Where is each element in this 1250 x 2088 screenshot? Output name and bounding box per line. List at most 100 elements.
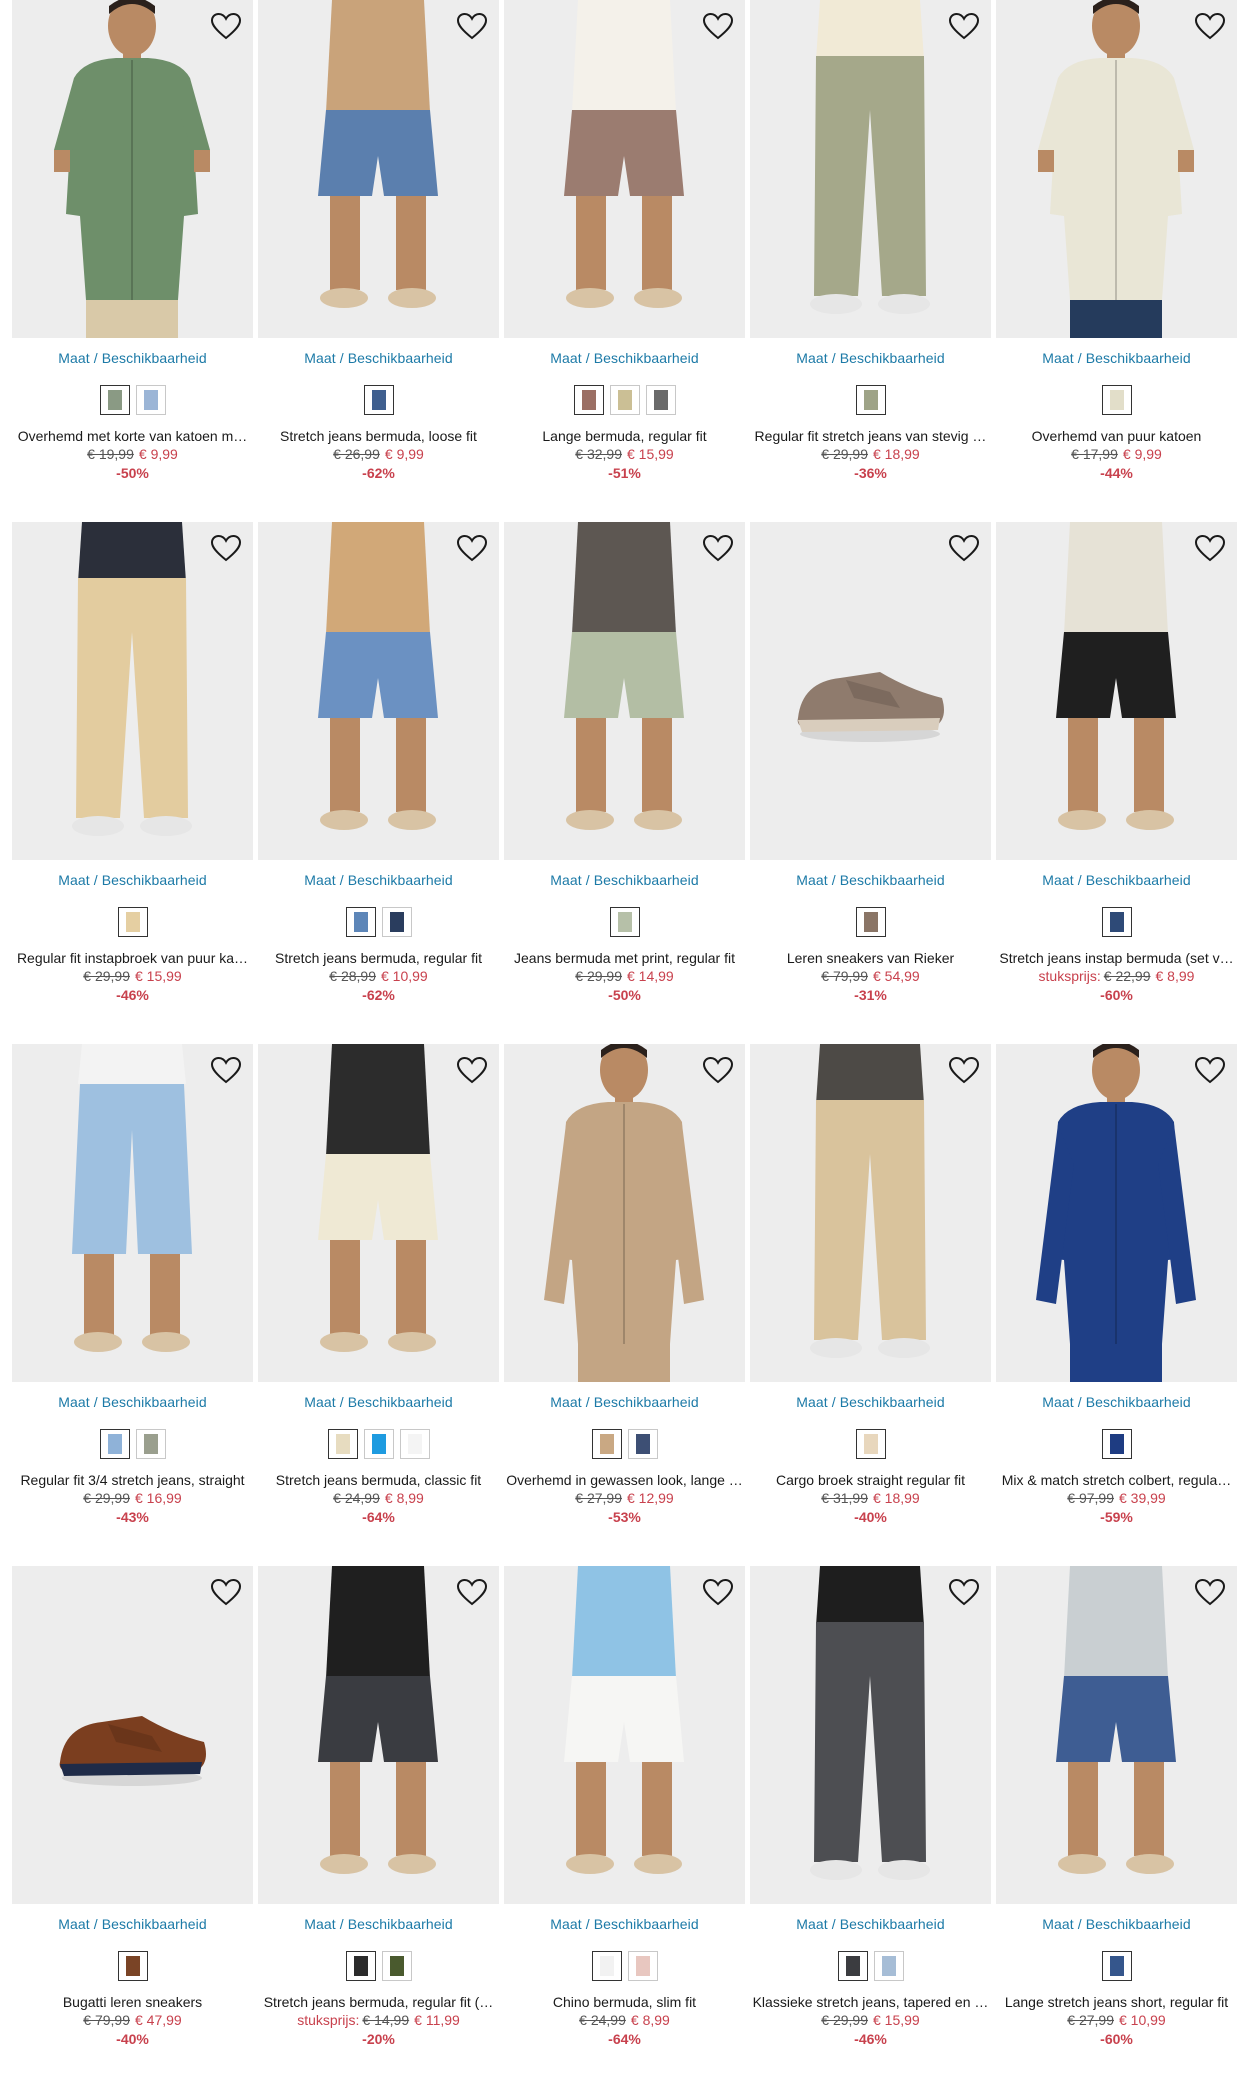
- product-name[interactable]: Stretch jeans bermuda, regular fit: [258, 949, 499, 967]
- product-name[interactable]: Leren sneakers van Rieker: [750, 949, 991, 967]
- product-card[interactable]: Maat / Beschikbaarheid Leren sneakers va…: [750, 522, 991, 1044]
- product-image[interactable]: [12, 522, 253, 860]
- product-card[interactable]: Maat / Beschikbaarheid Lange bermuda, re…: [504, 0, 745, 522]
- wishlist-heart-icon[interactable]: [1194, 534, 1226, 562]
- color-swatch[interactable]: [609, 385, 640, 415]
- wishlist-heart-icon[interactable]: [702, 534, 734, 562]
- product-card[interactable]: Maat / Beschikbaarheid Stretch jeans ber…: [258, 522, 499, 1044]
- wishlist-heart-icon[interactable]: [456, 1578, 488, 1606]
- color-swatch[interactable]: [327, 1429, 358, 1459]
- color-swatch[interactable]: [399, 1429, 430, 1459]
- color-swatch[interactable]: [573, 385, 604, 415]
- wishlist-heart-icon[interactable]: [456, 1056, 488, 1084]
- product-image[interactable]: [258, 522, 499, 860]
- color-swatch[interactable]: [381, 907, 412, 937]
- wishlist-heart-icon[interactable]: [1194, 12, 1226, 40]
- color-swatch[interactable]: [345, 1951, 376, 1981]
- product-image[interactable]: [750, 522, 991, 860]
- size-availability-link[interactable]: Maat / Beschikbaarheid: [750, 1916, 991, 1932]
- product-image[interactable]: [996, 1566, 1237, 1904]
- wishlist-heart-icon[interactable]: [702, 12, 734, 40]
- color-swatch[interactable]: [1101, 907, 1132, 937]
- size-availability-link[interactable]: Maat / Beschikbaarheid: [750, 872, 991, 888]
- product-image[interactable]: [504, 1044, 745, 1382]
- color-swatch[interactable]: [855, 907, 886, 937]
- product-image[interactable]: [258, 0, 499, 338]
- product-name[interactable]: Regular fit 3/4 stretch jeans, straight: [12, 1471, 253, 1489]
- size-availability-link[interactable]: Maat / Beschikbaarheid: [996, 350, 1237, 366]
- wishlist-heart-icon[interactable]: [210, 1056, 242, 1084]
- size-availability-link[interactable]: Maat / Beschikbaarheid: [996, 872, 1237, 888]
- product-card[interactable]: Maat / Beschikbaarheid Overhemd van puur…: [996, 0, 1237, 522]
- size-availability-link[interactable]: Maat / Beschikbaarheid: [12, 1916, 253, 1932]
- wishlist-heart-icon[interactable]: [702, 1578, 734, 1606]
- product-card[interactable]: Maat / Beschikbaarheid Overhemd in gewas…: [504, 1044, 745, 1566]
- color-swatch[interactable]: [1101, 385, 1132, 415]
- color-swatch[interactable]: [591, 1951, 622, 1981]
- product-name[interactable]: Lange stretch jeans short, regular fit: [996, 1993, 1237, 2011]
- product-image[interactable]: [12, 1044, 253, 1382]
- color-swatch[interactable]: [627, 1951, 658, 1981]
- size-availability-link[interactable]: Maat / Beschikbaarheid: [12, 872, 253, 888]
- color-swatch[interactable]: [363, 1429, 394, 1459]
- product-card[interactable]: Maat / Beschikbaarheid Klassieke stretch…: [750, 1566, 991, 2088]
- size-availability-link[interactable]: Maat / Beschikbaarheid: [996, 1916, 1237, 1932]
- size-availability-link[interactable]: Maat / Beschikbaarheid: [504, 350, 745, 366]
- product-image[interactable]: [12, 0, 253, 338]
- product-card[interactable]: Maat / Beschikbaarheid Bugatti leren sne…: [12, 1566, 253, 2088]
- size-availability-link[interactable]: Maat / Beschikbaarheid: [504, 1394, 745, 1410]
- product-name[interactable]: Bugatti leren sneakers: [12, 1993, 253, 2011]
- product-image[interactable]: [504, 0, 745, 338]
- product-card[interactable]: Maat / Beschikbaarheid Stretch jeans ber…: [258, 1566, 499, 2088]
- size-availability-link[interactable]: Maat / Beschikbaarheid: [12, 350, 253, 366]
- product-card[interactable]: Maat / Beschikbaarheid Regular fit stret…: [750, 0, 991, 522]
- product-card[interactable]: Maat / Beschikbaarheid Chino bermuda, sl…: [504, 1566, 745, 2088]
- color-swatch[interactable]: [855, 1429, 886, 1459]
- product-image[interactable]: [750, 1566, 991, 1904]
- size-availability-link[interactable]: Maat / Beschikbaarheid: [504, 1916, 745, 1932]
- product-card[interactable]: Maat / Beschikbaarheid Jeans bermuda met…: [504, 522, 745, 1044]
- color-swatch[interactable]: [1101, 1951, 1132, 1981]
- size-availability-link[interactable]: Maat / Beschikbaarheid: [258, 1916, 499, 1932]
- product-name[interactable]: Regular fit instapbroek van puur ka…: [12, 949, 253, 967]
- product-name[interactable]: Chino bermuda, slim fit: [504, 1993, 745, 2011]
- color-swatch[interactable]: [855, 385, 886, 415]
- product-name[interactable]: Jeans bermuda met print, regular fit: [504, 949, 745, 967]
- wishlist-heart-icon[interactable]: [948, 534, 980, 562]
- wishlist-heart-icon[interactable]: [948, 1578, 980, 1606]
- color-swatch[interactable]: [99, 385, 130, 415]
- color-swatch[interactable]: [117, 1951, 148, 1981]
- product-image[interactable]: [504, 1566, 745, 1904]
- wishlist-heart-icon[interactable]: [702, 1056, 734, 1084]
- size-availability-link[interactable]: Maat / Beschikbaarheid: [996, 1394, 1237, 1410]
- product-name[interactable]: Overhemd van puur katoen: [996, 427, 1237, 445]
- color-swatch[interactable]: [609, 907, 640, 937]
- color-swatch[interactable]: [873, 1951, 904, 1981]
- product-image[interactable]: [750, 0, 991, 338]
- wishlist-heart-icon[interactable]: [1194, 1578, 1226, 1606]
- color-swatch[interactable]: [99, 1429, 130, 1459]
- wishlist-heart-icon[interactable]: [210, 534, 242, 562]
- product-name[interactable]: Overhemd in gewassen look, lange …: [504, 1471, 745, 1489]
- wishlist-heart-icon[interactable]: [456, 534, 488, 562]
- product-card[interactable]: Maat / Beschikbaarheid Stretch jeans ber…: [258, 0, 499, 522]
- color-swatch[interactable]: [363, 385, 394, 415]
- product-name[interactable]: Stretch jeans instap bermuda (set v…: [996, 949, 1237, 967]
- color-swatch[interactable]: [591, 1429, 622, 1459]
- product-image[interactable]: [750, 1044, 991, 1382]
- wishlist-heart-icon[interactable]: [948, 12, 980, 40]
- color-swatch[interactable]: [135, 1429, 166, 1459]
- color-swatch[interactable]: [345, 907, 376, 937]
- size-availability-link[interactable]: Maat / Beschikbaarheid: [750, 350, 991, 366]
- product-name[interactable]: Lange bermuda, regular fit: [504, 427, 745, 445]
- product-card[interactable]: Maat / Beschikbaarheid Overhemd met kort…: [12, 0, 253, 522]
- product-card[interactable]: Maat / Beschikbaarheid Cargo broek strai…: [750, 1044, 991, 1566]
- product-image[interactable]: [504, 522, 745, 860]
- size-availability-link[interactable]: Maat / Beschikbaarheid: [504, 872, 745, 888]
- product-card[interactable]: Maat / Beschikbaarheid Stretch jeans ins…: [996, 522, 1237, 1044]
- size-availability-link[interactable]: Maat / Beschikbaarheid: [750, 1394, 991, 1410]
- product-name[interactable]: Cargo broek straight regular fit: [750, 1471, 991, 1489]
- color-swatch[interactable]: [837, 1951, 868, 1981]
- size-availability-link[interactable]: Maat / Beschikbaarheid: [258, 1394, 499, 1410]
- wishlist-heart-icon[interactable]: [210, 12, 242, 40]
